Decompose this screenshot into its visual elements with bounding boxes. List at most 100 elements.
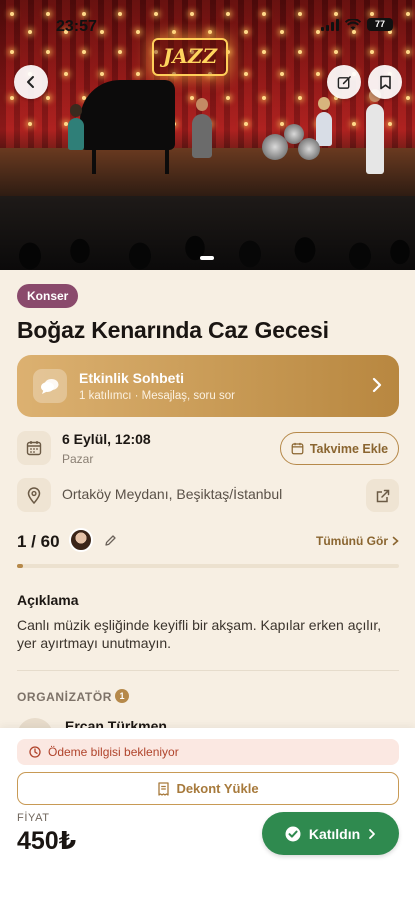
- see-all-participants-link[interactable]: Tümünü Gör: [316, 534, 399, 548]
- clock-icon: [29, 746, 41, 758]
- piano-leg: [92, 148, 96, 174]
- stage-light-bulb: [370, 50, 374, 54]
- stage-light-bulb: [46, 96, 50, 100]
- image-pager-indicator[interactable]: [200, 256, 214, 260]
- stage-light-bulb: [244, 122, 248, 126]
- battery-indicator: 77: [367, 18, 393, 31]
- bottom-action-bar: Ödeme bilgisi bekleniyor Dekont Yükle Fİ…: [0, 728, 415, 900]
- organizer-count-badge: 1: [115, 689, 129, 703]
- stage-light-bulb: [406, 12, 410, 16]
- edit-icon: [337, 75, 351, 89]
- stage-light-bulb: [262, 50, 266, 54]
- stage-light-bulb: [370, 12, 374, 16]
- performer-head: [196, 98, 208, 111]
- back-button[interactable]: [14, 65, 48, 99]
- stage-light-bulb: [298, 50, 302, 54]
- wifi-icon: [345, 18, 361, 30]
- stage-light-bulb: [118, 12, 122, 16]
- stage-light-bulb: [208, 30, 212, 34]
- participant-avatar[interactable]: [69, 528, 93, 552]
- pencil-icon[interactable]: [104, 534, 117, 547]
- stage-light-bulb: [154, 12, 158, 16]
- stage-light-bulb: [28, 30, 32, 34]
- performer: [192, 114, 212, 158]
- event-location[interactable]: Ortaköy Meydanı, Beşiktaş/İstanbul: [62, 486, 282, 502]
- stage-light-bulb: [406, 50, 410, 54]
- status-time: 23:57: [56, 18, 97, 35]
- stage-light-bulb: [10, 50, 14, 54]
- performer-head: [70, 104, 82, 117]
- stage-light-bulb: [82, 12, 86, 16]
- cellular-signal-icon: [321, 18, 339, 31]
- stage-light-bulb: [136, 30, 140, 34]
- piano: [80, 80, 175, 150]
- bookmark-button[interactable]: [368, 65, 402, 99]
- stage-light-bulb: [280, 30, 284, 34]
- stage-light-bulb: [100, 72, 104, 76]
- joined-button[interactable]: Katıldın: [262, 812, 399, 855]
- stage-light-bulb: [172, 30, 176, 34]
- stage-light-bulb: [100, 30, 104, 34]
- event-title: Boğaz Kenarında Caz Gecesi: [17, 317, 329, 343]
- add-to-calendar-button[interactable]: Takvime Ekle: [280, 432, 399, 465]
- stage-light-bulb: [262, 96, 266, 100]
- drum-kit: [262, 120, 322, 160]
- stage-light-bulb: [28, 122, 32, 126]
- bookmark-icon: [379, 75, 391, 89]
- stage-light-bulb: [136, 72, 140, 76]
- stage-light-bulb: [316, 72, 320, 76]
- joined-label: Katıldın: [308, 825, 361, 842]
- stage-light-bulb: [352, 122, 356, 126]
- stage-light-bulb: [298, 96, 302, 100]
- stage-light-bulb: [244, 30, 248, 34]
- price-value: 450₺: [17, 827, 77, 855]
- event-details: Konser Boğaz Kenarında Caz Gecesi Etkinl…: [0, 270, 415, 730]
- chevron-right-icon: [372, 377, 382, 393]
- location-icon-box: [17, 478, 51, 512]
- chat-subtitle: 1 katılımcı · Mesajlaş, soru sor: [79, 390, 235, 402]
- capacity-progress-bar: [17, 564, 399, 568]
- category-chip[interactable]: Konser: [17, 284, 79, 308]
- upload-receipt-label: Dekont Yükle: [176, 781, 259, 796]
- performer: [68, 118, 84, 150]
- stage-light-bulb: [334, 12, 338, 16]
- chat-icon-container: [33, 369, 67, 403]
- see-all-label: Tümünü Gör: [316, 534, 388, 548]
- chevron-right-icon: [392, 536, 399, 546]
- stage-light-bulb: [10, 96, 14, 100]
- chat-title: Etkinlik Sohbeti: [79, 370, 185, 386]
- stage-light-bulb: [10, 12, 14, 16]
- stage-light-bulb: [46, 50, 50, 54]
- receipt-icon: [158, 781, 170, 796]
- stage-light-bulb: [262, 12, 266, 16]
- stage-light-bulb: [82, 50, 86, 54]
- location-pin-icon: [27, 486, 41, 504]
- stage-light-bulb: [226, 12, 230, 16]
- participant-count: 1 / 60: [17, 532, 60, 551]
- add-to-calendar-label: Takvime Ekle: [309, 441, 389, 456]
- stage-light-bulb: [226, 96, 230, 100]
- chat-bubble-icon: [41, 379, 59, 394]
- organizer-heading: ORGANİZATÖR: [17, 690, 113, 704]
- external-link-icon: [376, 489, 389, 502]
- date-icon-box: [17, 431, 51, 465]
- stage-light-bulb: [118, 50, 122, 54]
- jazz-neon-sign: JAZZ: [152, 38, 228, 76]
- open-map-button[interactable]: [366, 479, 399, 512]
- stage-light-bulb: [46, 12, 50, 16]
- edit-event-button[interactable]: [327, 65, 361, 99]
- stage-light-bulb: [244, 72, 248, 76]
- description-text: Canlı müzik eşliğinde keyifli bir akşam.…: [17, 617, 382, 651]
- upload-receipt-button[interactable]: Dekont Yükle: [17, 772, 399, 805]
- event-chat-card[interactable]: Etkinlik Sohbeti 1 katılımcı · Mesajlaş,…: [17, 355, 399, 417]
- calendar-icon: [291, 442, 304, 455]
- performer-head: [318, 97, 330, 110]
- stage-light-bulb: [388, 122, 392, 126]
- check-circle-icon: [285, 826, 301, 841]
- payment-status-notice: Ödeme bilgisi bekleniyor: [17, 739, 399, 765]
- stage-light-bulb: [64, 72, 68, 76]
- stage-light-bulb: [316, 30, 320, 34]
- stage-light-bulb: [280, 72, 284, 76]
- drum: [298, 138, 320, 160]
- price-label: FİYAT: [17, 812, 50, 824]
